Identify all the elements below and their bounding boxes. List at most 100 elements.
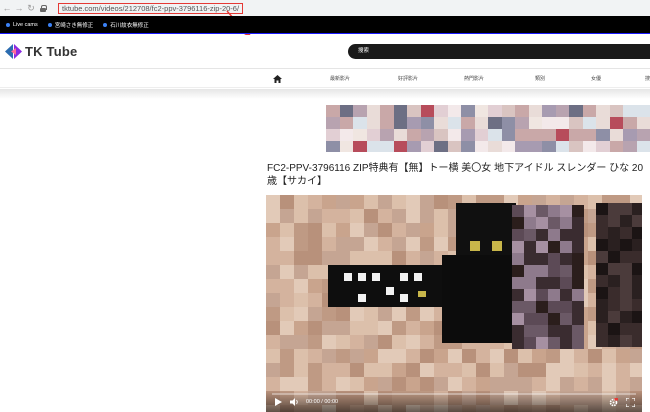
video-frame-block bbox=[406, 363, 420, 377]
bookmark-icon bbox=[47, 22, 52, 27]
video-frame-block bbox=[280, 293, 294, 307]
video-frame-block bbox=[596, 263, 608, 275]
bookmark-live-cams[interactable]: Live cams bbox=[6, 22, 38, 28]
video-frame-block bbox=[608, 335, 620, 347]
main-nav: 最新影片 好評影片 熱門影片 類別 女優 搜 bbox=[0, 70, 650, 88]
lock-icon[interactable] bbox=[40, 4, 47, 12]
settings-icon[interactable] bbox=[609, 398, 618, 407]
video-frame-block bbox=[322, 237, 336, 251]
video-frame-block bbox=[364, 251, 378, 265]
video-frame-block bbox=[322, 321, 336, 335]
video-frame-block bbox=[372, 273, 380, 281]
video-frame-block bbox=[392, 335, 406, 349]
video-frame-block bbox=[294, 265, 308, 279]
video-frame-block bbox=[596, 239, 608, 251]
ad-banner[interactable] bbox=[326, 105, 650, 152]
video-frame-block bbox=[266, 363, 280, 377]
forward-icon[interactable]: → bbox=[14, 0, 24, 16]
banner-pixel bbox=[569, 141, 583, 152]
video-frame-block bbox=[266, 279, 280, 293]
video-frame-block bbox=[350, 251, 364, 265]
video-frame-block bbox=[596, 323, 608, 335]
video-frame-block bbox=[294, 209, 308, 223]
video-frame-block bbox=[524, 337, 536, 349]
play-icon[interactable] bbox=[275, 398, 282, 406]
video-frame-block bbox=[350, 335, 364, 349]
back-icon[interactable]: ← bbox=[2, 0, 12, 16]
progress-bar[interactable] bbox=[272, 393, 636, 395]
banner-pixel bbox=[353, 141, 367, 152]
video-frame-block bbox=[524, 241, 536, 253]
video-frame-block bbox=[392, 209, 406, 223]
video-frame-block bbox=[420, 377, 434, 391]
video-frame-block bbox=[560, 253, 572, 265]
video-frame-block bbox=[308, 321, 322, 335]
video-frame-block bbox=[572, 265, 584, 277]
video-frame-block bbox=[420, 307, 434, 321]
video-frame-block bbox=[608, 239, 620, 251]
video-frame-block bbox=[434, 349, 448, 363]
nav-top-rated[interactable]: 好評影片 bbox=[398, 70, 418, 88]
video-frame-block bbox=[596, 227, 608, 239]
nav-search[interactable]: 搜 bbox=[645, 70, 650, 88]
video-frame-block bbox=[266, 251, 280, 265]
video-frame-block bbox=[420, 321, 434, 335]
fullscreen-icon[interactable] bbox=[626, 398, 635, 407]
video-frame bbox=[266, 195, 642, 412]
nav-actresses[interactable]: 女優 bbox=[591, 70, 601, 88]
site-header: TK Tube 搜索 bbox=[0, 35, 650, 69]
nav-latest[interactable]: 最新影片 bbox=[330, 70, 350, 88]
video-frame-block bbox=[536, 337, 548, 349]
video-frame-block bbox=[392, 195, 406, 209]
video-player[interactable]: 00:00 / 00:00 bbox=[266, 195, 642, 412]
home-icon[interactable] bbox=[273, 75, 282, 83]
video-frame-block bbox=[608, 227, 620, 239]
video-frame-block bbox=[524, 253, 536, 265]
video-frame-block bbox=[632, 203, 642, 215]
video-frame-block bbox=[350, 209, 364, 223]
reload-icon[interactable]: ↻ bbox=[26, 0, 36, 16]
video-frame-block bbox=[358, 294, 366, 302]
video-frame-block bbox=[608, 287, 620, 299]
video-frame-block bbox=[546, 363, 560, 377]
banner-pixel bbox=[636, 141, 650, 152]
video-frame-block bbox=[490, 349, 504, 363]
video-frame-block bbox=[616, 349, 630, 363]
site-logo[interactable]: TK Tube bbox=[5, 44, 77, 59]
nav-popular[interactable]: 熱門影片 bbox=[464, 70, 484, 88]
video-frame-block bbox=[504, 377, 518, 391]
bookmark-label: 宮崎さき無修正 bbox=[54, 22, 94, 29]
url-field[interactable]: tktube.com/videos/212708/fc2-ppv-3796116… bbox=[58, 3, 244, 14]
video-frame-block bbox=[336, 363, 350, 377]
search-input[interactable]: 搜索 bbox=[348, 44, 650, 59]
video-frame-block bbox=[392, 349, 406, 363]
video-frame-block bbox=[504, 363, 518, 377]
video-frame-block bbox=[280, 251, 294, 265]
video-frame-block bbox=[536, 313, 548, 325]
video-frame-block bbox=[572, 289, 584, 301]
video-frame-block bbox=[512, 277, 524, 289]
banner-pixel bbox=[434, 141, 448, 152]
time-display: 00:00 / 00:00 bbox=[306, 399, 339, 405]
video-frame-block bbox=[548, 217, 560, 229]
bookmark-miyazaki[interactable]: 宮崎さき無修正 bbox=[47, 21, 94, 29]
video-frame-block bbox=[560, 205, 572, 217]
banner-pixel bbox=[501, 141, 516, 152]
volume-icon[interactable] bbox=[290, 398, 299, 406]
bookmark-ishikawa[interactable]: 石川紋衣無修正 bbox=[103, 21, 149, 29]
video-frame-block bbox=[572, 325, 584, 337]
video-frame-block bbox=[434, 209, 448, 223]
video-frame-block bbox=[546, 349, 560, 363]
bookmark-icon bbox=[103, 22, 108, 27]
video-frame-block bbox=[620, 215, 632, 227]
video-frame-block bbox=[350, 237, 364, 251]
video-frame-block bbox=[420, 349, 434, 363]
video-frame-block bbox=[548, 277, 560, 289]
video-frame-block bbox=[524, 277, 536, 289]
video-frame-block bbox=[632, 263, 642, 275]
bookmark-label: Live cams bbox=[13, 21, 38, 28]
video-frame-block bbox=[336, 349, 350, 363]
video-frame-block bbox=[378, 209, 392, 223]
nav-categories[interactable]: 類別 bbox=[535, 70, 545, 88]
video-frame-block bbox=[350, 307, 364, 321]
